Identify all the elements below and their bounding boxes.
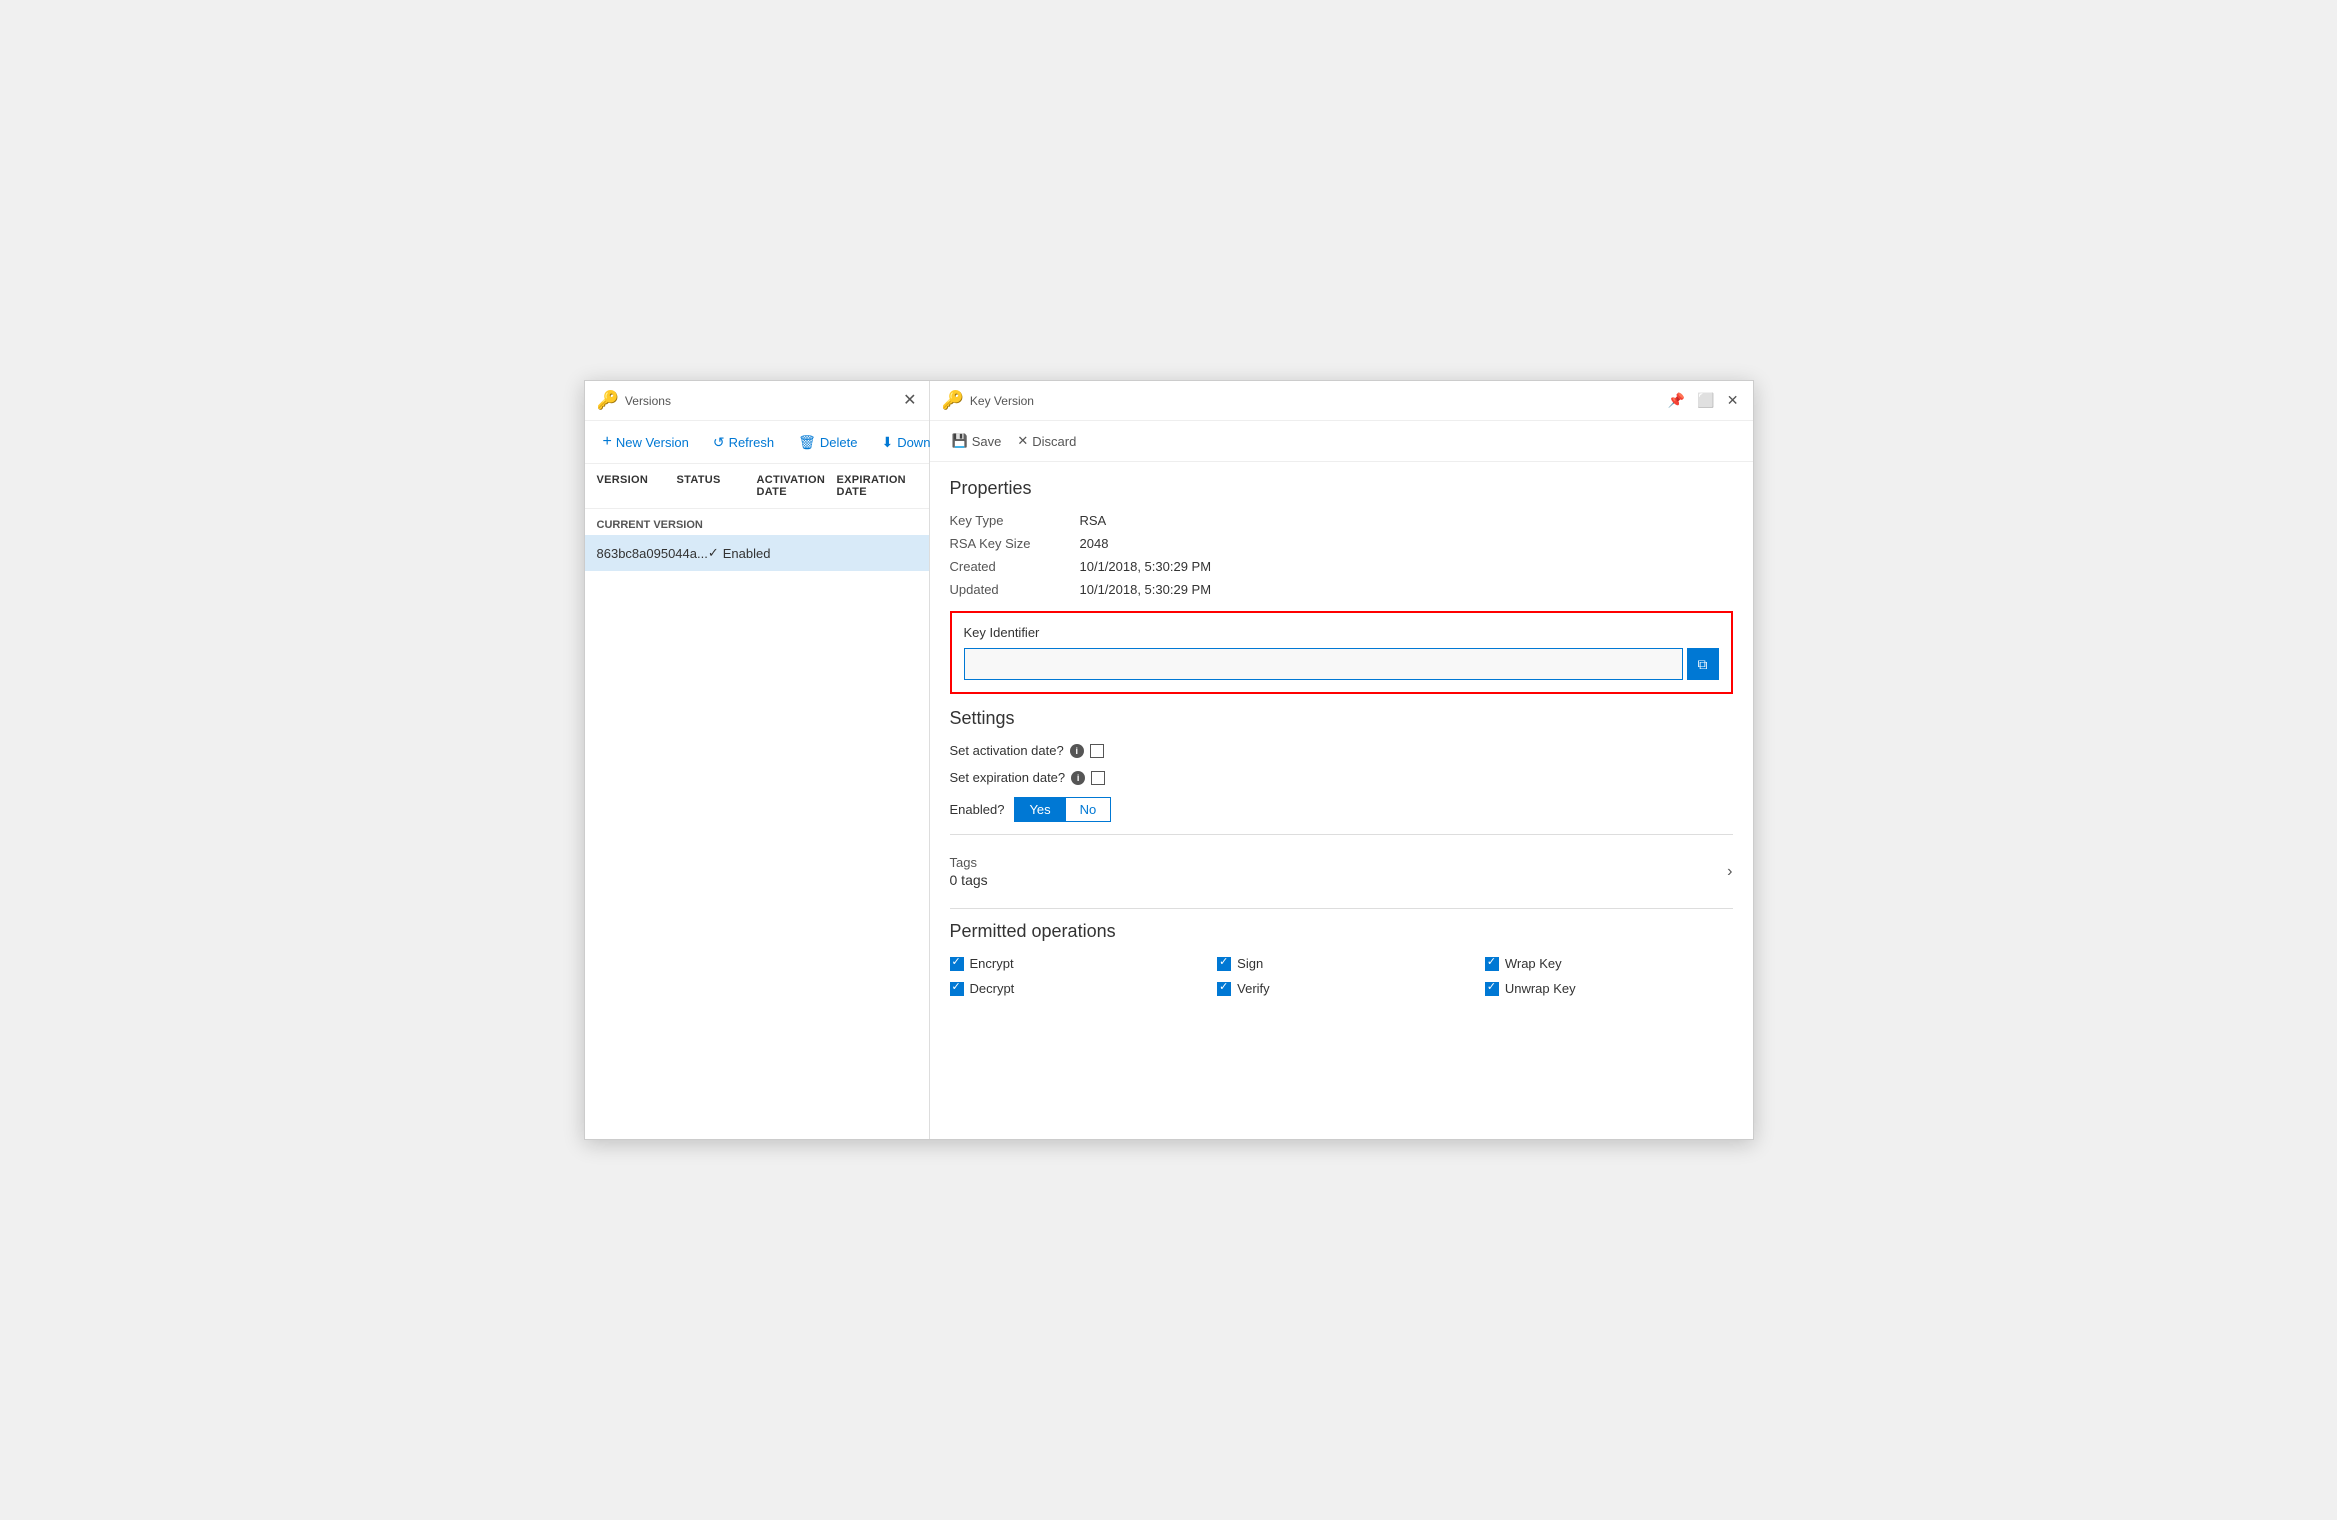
properties-title: Properties	[950, 478, 1733, 499]
save-icon: 💾	[952, 433, 968, 449]
key-identifier-label: Key Identifier	[964, 625, 1719, 640]
updated-row: Updated 10/1/2018, 5:30:29 PM	[950, 582, 1733, 597]
encrypt-checkbox[interactable]	[950, 957, 964, 971]
expiration-info-icon[interactable]: i	[1071, 771, 1085, 785]
delete-icon: 🗑	[798, 434, 816, 451]
col-activation-date: ACTIVATION DATE	[757, 474, 837, 498]
permitted-encrypt: Encrypt	[950, 956, 1198, 971]
permitted-operations-grid: Encrypt Sign Wrap Key Decrypt Verify	[950, 956, 1733, 996]
right-panel-title: Key Version	[970, 394, 1034, 408]
permitted-decrypt: Decrypt	[950, 981, 1198, 996]
checkmark-icon: ✓	[708, 545, 719, 561]
wrap-key-label: Wrap Key	[1505, 956, 1562, 971]
maximize-button[interactable]: ⬜	[1695, 390, 1716, 411]
updated-label: Updated	[950, 582, 1080, 597]
right-panel: 🔑 Key Version 📌 ⬜ ✕ 💾 Save ✕ Discard Pro…	[930, 381, 1753, 1139]
wrap-key-checkbox[interactable]	[1485, 957, 1499, 971]
refresh-button[interactable]: ↺ Refresh	[707, 430, 780, 455]
unwrap-key-label: Unwrap Key	[1505, 981, 1576, 996]
left-panel-title: Versions	[625, 394, 671, 408]
copy-button[interactable]: ⧉	[1687, 648, 1719, 680]
permitted-wrap-key: Wrap Key	[1485, 956, 1733, 971]
right-close-button[interactable]: ✕	[1725, 390, 1741, 411]
key-identifier-input[interactable]	[964, 648, 1683, 680]
key-id-input-row: ⧉	[964, 648, 1719, 680]
key-type-row: Key Type RSA	[950, 513, 1733, 528]
right-title-left: 🔑 Key Version	[942, 390, 1034, 411]
tags-left: Tags 0 tags	[950, 855, 988, 888]
encrypt-label: Encrypt	[970, 956, 1014, 971]
permitted-verify: Verify	[1217, 981, 1465, 996]
rsa-key-size-label: RSA Key Size	[950, 536, 1080, 551]
key-icon: 🔑	[597, 390, 619, 411]
unwrap-key-checkbox[interactable]	[1485, 982, 1499, 996]
key-identifier-section: Key Identifier ⧉	[950, 611, 1733, 694]
sign-label: Sign	[1237, 956, 1263, 971]
col-status: STATUS	[677, 474, 757, 498]
copy-icon: ⧉	[1698, 656, 1708, 673]
save-button[interactable]: 💾 Save	[946, 429, 1008, 453]
tags-row[interactable]: Tags 0 tags ›	[950, 847, 1733, 896]
left-title-bar: 🔑 Versions ✕	[585, 381, 929, 421]
enabled-toggle-group: Yes No	[1014, 797, 1111, 822]
activation-date-label: Set activation date?	[950, 743, 1064, 758]
left-close-button[interactable]: ✕	[903, 393, 916, 409]
table-header: VERSION STATUS ACTIVATION DATE EXPIRATIO…	[585, 464, 929, 509]
rsa-key-size-value: 2048	[1080, 536, 1109, 551]
activation-date-checkbox[interactable]	[1090, 744, 1104, 758]
table-row[interactable]: 863bc8a095044a... ✓ Enabled	[585, 535, 929, 571]
row-status: ✓ Enabled	[708, 545, 778, 561]
decrypt-checkbox[interactable]	[950, 982, 964, 996]
expiration-date-label: Set expiration date?	[950, 770, 1066, 785]
download-icon: ⬇	[881, 434, 893, 451]
verify-checkbox[interactable]	[1217, 982, 1231, 996]
right-content: Properties Key Type RSA RSA Key Size 204…	[930, 462, 1753, 1012]
tags-count: 0 tags	[950, 872, 988, 888]
row-version: 863bc8a095044a...	[597, 546, 708, 561]
divider-1	[950, 834, 1733, 835]
left-toolbar: + New Version ↺ Refresh 🗑 Delete ⬇ Downl…	[585, 421, 929, 464]
created-value: 10/1/2018, 5:30:29 PM	[1080, 559, 1212, 574]
updated-value: 10/1/2018, 5:30:29 PM	[1080, 582, 1212, 597]
tags-title: Tags	[950, 855, 988, 870]
col-expiration-date: EXPIRATION DATE	[837, 474, 917, 498]
settings-title: Settings	[950, 708, 1733, 729]
right-key-icon: 🔑	[942, 390, 964, 411]
rsa-key-size-row: RSA Key Size 2048	[950, 536, 1733, 551]
expiration-date-checkbox[interactable]	[1091, 771, 1105, 785]
activation-info-icon[interactable]: i	[1070, 744, 1084, 758]
expiration-date-row: Set expiration date? i	[950, 770, 1733, 785]
enabled-row: Enabled? Yes No	[950, 797, 1733, 822]
yes-button[interactable]: Yes	[1015, 798, 1064, 821]
chevron-right-icon: ›	[1727, 863, 1732, 881]
divider-2	[950, 908, 1733, 909]
left-title-left: 🔑 Versions	[597, 390, 671, 411]
sign-checkbox[interactable]	[1217, 957, 1231, 971]
no-button[interactable]: No	[1065, 798, 1111, 821]
col-version: VERSION	[597, 474, 677, 498]
created-row: Created 10/1/2018, 5:30:29 PM	[950, 559, 1733, 574]
permitted-unwrap-key: Unwrap Key	[1485, 981, 1733, 996]
discard-icon: ✕	[1017, 433, 1028, 449]
refresh-icon: ↺	[713, 434, 725, 451]
discard-button[interactable]: ✕ Discard	[1011, 429, 1082, 453]
key-type-value: RSA	[1080, 513, 1107, 528]
permitted-sign: Sign	[1217, 956, 1465, 971]
pin-button[interactable]: 📌	[1666, 390, 1687, 411]
decrypt-label: Decrypt	[970, 981, 1015, 996]
right-title-icons: 📌 ⬜ ✕	[1666, 390, 1741, 411]
right-toolbar: 💾 Save ✕ Discard	[930, 421, 1753, 462]
plus-icon: +	[603, 433, 612, 451]
left-panel: 🔑 Versions ✕ + New Version ↺ Refresh 🗑 D…	[585, 381, 930, 1139]
right-title-bar: 🔑 Key Version 📌 ⬜ ✕	[930, 381, 1753, 421]
enabled-label: Enabled?	[950, 802, 1005, 817]
verify-label: Verify	[1237, 981, 1270, 996]
key-type-label: Key Type	[950, 513, 1080, 528]
current-version-label: CURRENT VERSION	[585, 509, 929, 535]
permitted-operations-title: Permitted operations	[950, 921, 1733, 942]
delete-button[interactable]: 🗑 Delete	[792, 430, 863, 455]
created-label: Created	[950, 559, 1080, 574]
activation-date-row: Set activation date? i	[950, 743, 1733, 758]
new-version-button[interactable]: + New Version	[597, 429, 695, 455]
